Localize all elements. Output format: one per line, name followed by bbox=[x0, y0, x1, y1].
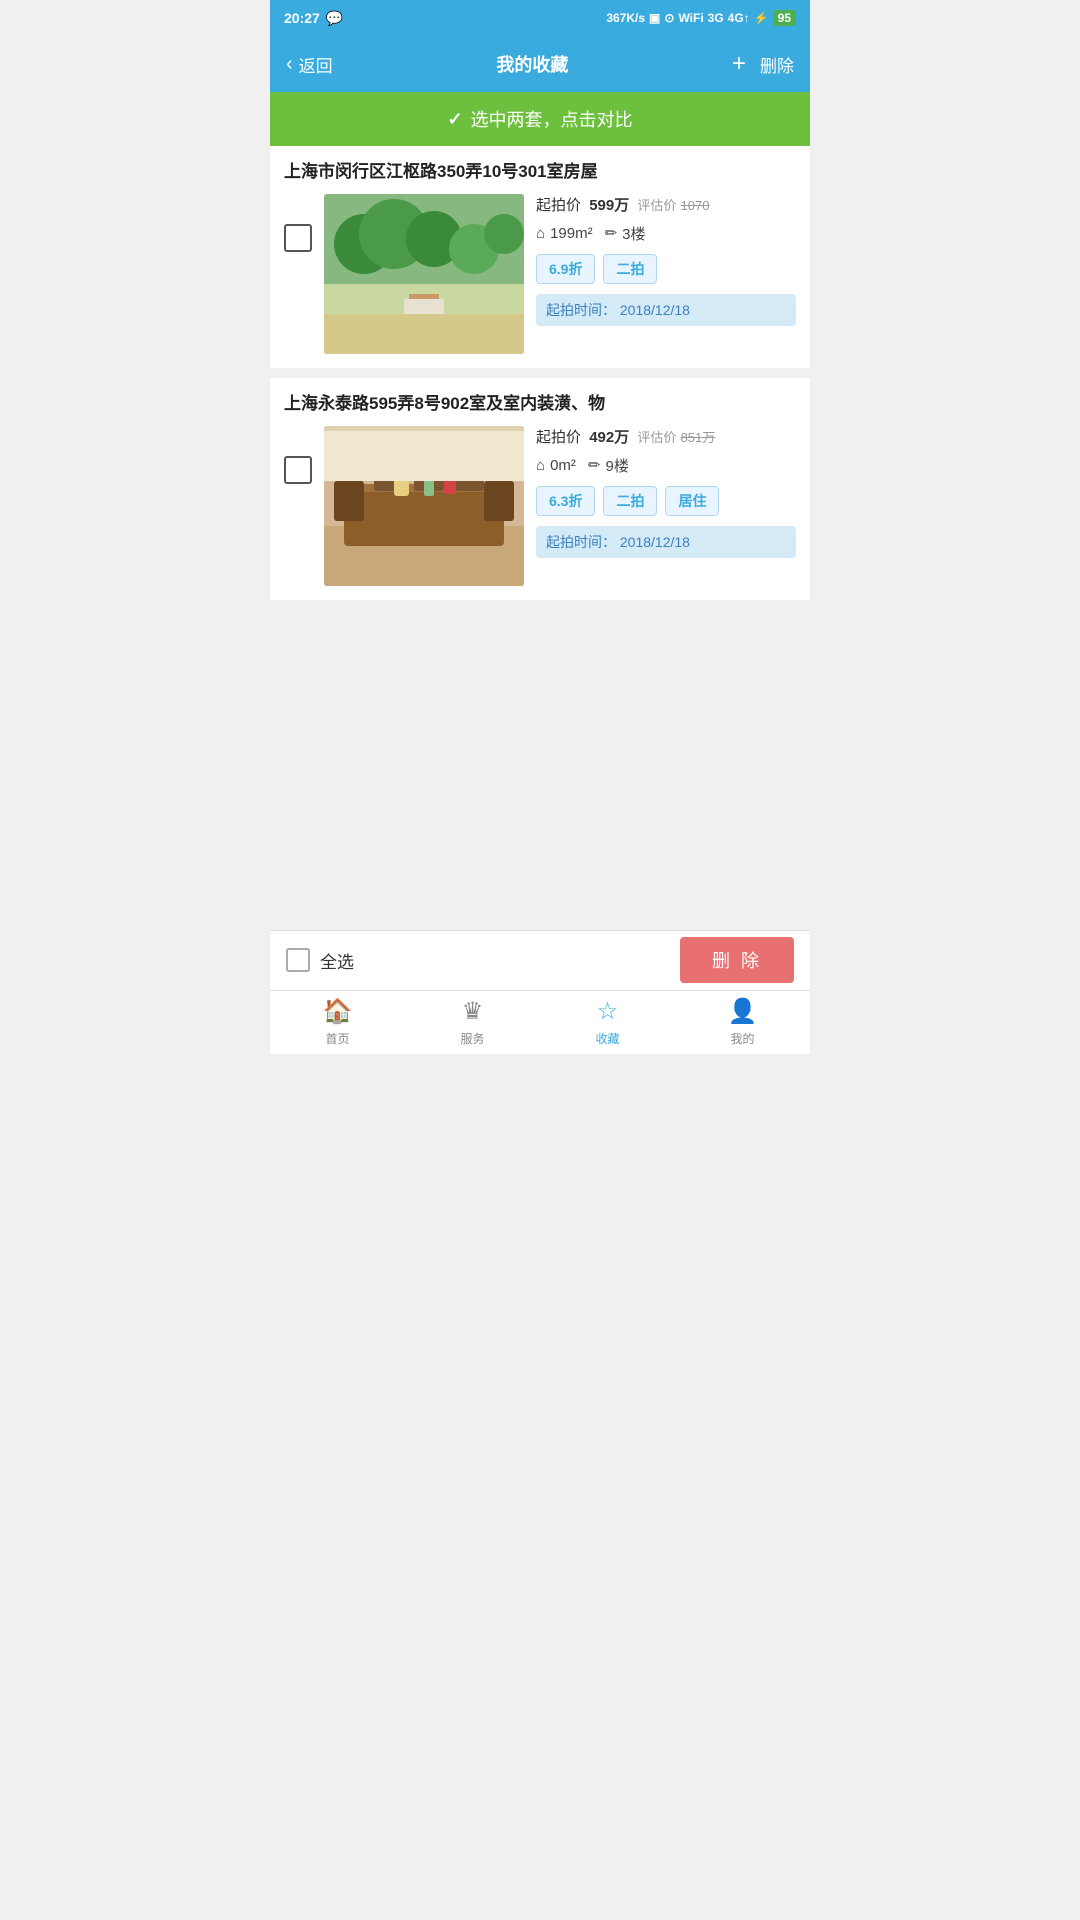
property-title-1: 上海市闵行区江枢路350弄10号301室房屋 bbox=[284, 160, 796, 184]
floor-icon-1: ✏ bbox=[605, 224, 618, 242]
select-all-control[interactable]: 全选 bbox=[286, 948, 680, 973]
status-lightning-icon: ⚡ bbox=[754, 11, 769, 25]
header-delete-button[interactable]: 删除 bbox=[760, 52, 794, 77]
tab-service-label: 服务 bbox=[460, 1030, 484, 1047]
start-price-label-1: 起拍价 bbox=[536, 197, 581, 214]
back-label: 返回 bbox=[299, 52, 333, 77]
property-checkbox-1[interactable] bbox=[284, 224, 312, 252]
date-value-2: 2018/12/18 bbox=[620, 534, 690, 550]
area-value-2: 0m² bbox=[550, 457, 576, 474]
tag-round-1: 二拍 bbox=[603, 254, 657, 284]
chevron-left-icon: ‹ bbox=[286, 53, 293, 76]
floor-item-1: ✏ 3楼 bbox=[605, 223, 646, 244]
tab-mine-label: 我的 bbox=[730, 1030, 754, 1047]
status-clock-icon: ⊙ bbox=[664, 11, 674, 25]
compare-banner[interactable]: ✓ 选中两套，点击对比 bbox=[270, 92, 810, 146]
tags-row-1: 6.9折 二拍 bbox=[536, 254, 796, 284]
start-price-value-2: 492万 bbox=[589, 429, 629, 446]
status-bar: 20:27 💬 367K/s ▣ ⊙ WiFi 3G 4G↑ ⚡ 95 bbox=[270, 0, 810, 36]
tab-service[interactable]: ♛ 服务 bbox=[405, 991, 540, 1054]
crown-icon: ♛ bbox=[462, 997, 484, 1026]
date-label-1: 起拍时间： bbox=[546, 302, 616, 318]
status-time: 20:27 bbox=[284, 10, 320, 26]
tag-discount-2: 6.3折 bbox=[536, 486, 595, 516]
status-wifi-icon: WiFi bbox=[678, 11, 703, 25]
detail-row-2: ⌂ 0m² ✏ 9楼 bbox=[536, 455, 796, 476]
select-all-checkbox[interactable] bbox=[286, 948, 310, 972]
status-network: 367K/s bbox=[606, 11, 645, 25]
empty-area bbox=[270, 610, 810, 930]
page-title: 我的收藏 bbox=[496, 51, 568, 77]
status-battery: 95 bbox=[773, 10, 796, 26]
add-button[interactable]: + bbox=[732, 50, 746, 78]
status-messenger-icon: 💬 bbox=[326, 10, 343, 27]
floor-icon-2: ✏ bbox=[588, 456, 601, 474]
home-icon: 🏠 bbox=[323, 997, 353, 1026]
tag-round-2: 二拍 bbox=[603, 486, 657, 516]
property-info-2: 起拍价 492万 评估价 851万 ⌂ 0m² ✏ 9楼 6.3 bbox=[536, 426, 796, 558]
area-icon-2: ⌂ bbox=[536, 457, 545, 474]
date-label-2: 起拍时间： bbox=[546, 534, 616, 550]
property-list: 上海市闵行区江枢路350弄10号301室房屋 bbox=[270, 146, 810, 930]
estimate-price-1: 1070 bbox=[681, 198, 710, 213]
start-price-label-2: 起拍价 bbox=[536, 429, 581, 446]
tab-favorites[interactable]: ☆ 收藏 bbox=[540, 991, 675, 1054]
person-icon: 👤 bbox=[728, 997, 758, 1026]
floor-value-1: 3楼 bbox=[622, 223, 645, 244]
tab-home-label: 首页 bbox=[325, 1030, 349, 1047]
property-image-2 bbox=[324, 426, 524, 586]
price-row-1: 起拍价 599万 评估价 1070 bbox=[536, 194, 796, 215]
back-button[interactable]: ‹ 返回 bbox=[286, 52, 333, 77]
status-signal-4g: 4G↑ bbox=[728, 11, 750, 25]
property-info-1: 起拍价 599万 评估价 1070 ⌂ 199m² ✏ 3楼 6 bbox=[536, 194, 796, 326]
price-row-2: 起拍价 492万 评估价 851万 bbox=[536, 426, 796, 447]
header: ‹ 返回 我的收藏 + 删除 bbox=[270, 36, 810, 92]
property-image-1 bbox=[324, 194, 524, 354]
date-value-1: 2018/12/18 bbox=[620, 302, 690, 318]
estimate-label-2: 评估价 bbox=[637, 430, 676, 445]
tab-bar: 🏠 首页 ♛ 服务 ☆ 收藏 👤 我的 bbox=[270, 990, 810, 1054]
detail-row-1: ⌂ 199m² ✏ 3楼 bbox=[536, 223, 796, 244]
date-row-2: 起拍时间： 2018/12/18 bbox=[536, 526, 796, 558]
compare-label: 选中两套，点击对比 bbox=[471, 106, 633, 132]
tab-favorites-label: 收藏 bbox=[595, 1030, 619, 1047]
tag-type-2: 居住 bbox=[665, 486, 719, 516]
area-item-2: ⌂ 0m² bbox=[536, 457, 576, 474]
property-card-2: 上海永泰路595弄8号902室及室内装潢、物 bbox=[270, 378, 810, 600]
property-card-1: 上海市闵行区江枢路350弄10号301室房屋 bbox=[270, 146, 810, 368]
estimate-price-2: 851万 bbox=[681, 430, 716, 445]
tag-discount-1: 6.9折 bbox=[536, 254, 595, 284]
status-sim-icon: ▣ bbox=[649, 11, 660, 25]
tags-row-2: 6.3折 二拍 居住 bbox=[536, 486, 796, 516]
property-title-2: 上海永泰路595弄8号902室及室内装潢、物 bbox=[284, 392, 796, 416]
star-icon: ☆ bbox=[597, 997, 619, 1026]
floor-item-2: ✏ 9楼 bbox=[588, 455, 629, 476]
tab-mine[interactable]: 👤 我的 bbox=[675, 991, 810, 1054]
select-all-label: 全选 bbox=[320, 948, 354, 973]
area-item-1: ⌂ 199m² bbox=[536, 225, 593, 242]
header-actions: + 删除 bbox=[732, 50, 794, 78]
start-price-value-1: 599万 bbox=[589, 197, 629, 214]
property-checkbox-2[interactable] bbox=[284, 456, 312, 484]
date-row-1: 起拍时间： 2018/12/18 bbox=[536, 294, 796, 326]
floor-value-2: 9楼 bbox=[605, 455, 628, 476]
area-value-1: 199m² bbox=[550, 225, 593, 242]
status-signal-3g: 3G bbox=[708, 11, 724, 25]
compare-check-icon: ✓ bbox=[447, 109, 462, 130]
estimate-label-1: 评估价 bbox=[637, 198, 676, 213]
bottom-action-bar: 全选 删 除 bbox=[270, 930, 810, 990]
bulk-delete-button[interactable]: 删 除 bbox=[680, 937, 794, 983]
tab-home[interactable]: 🏠 首页 bbox=[270, 991, 405, 1054]
area-icon-1: ⌂ bbox=[536, 225, 545, 242]
